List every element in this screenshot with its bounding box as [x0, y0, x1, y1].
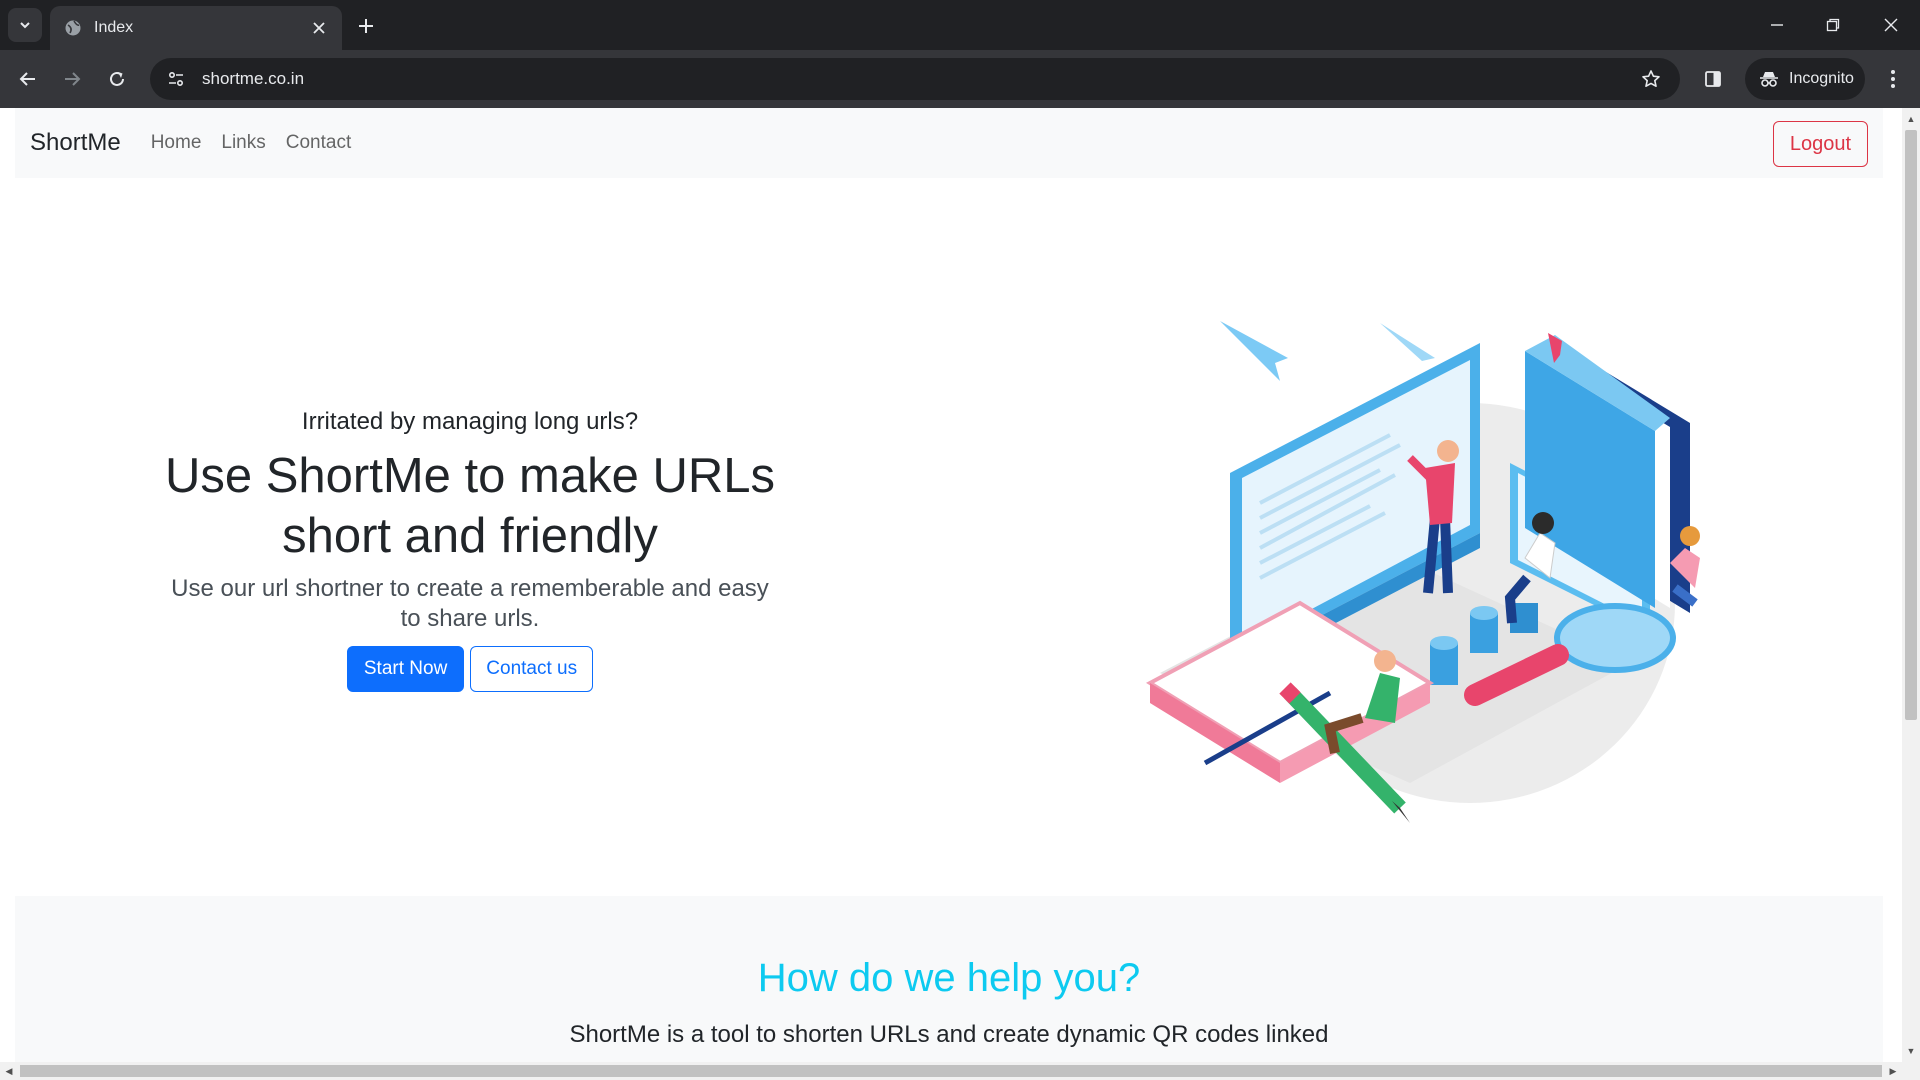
reload-icon [110, 71, 124, 86]
browser-menu-button[interactable] [1877, 63, 1909, 95]
incognito-label: Incognito [1789, 70, 1854, 87]
hero-title: Use ShortMe to make URLs short and frien… [130, 446, 810, 566]
forward-button[interactable] [56, 63, 88, 95]
incognito-icon [1760, 72, 1778, 87]
new-tab-button[interactable] [352, 12, 380, 40]
address-bar[interactable]: shortme.co.in [150, 58, 1680, 100]
back-icon [19, 72, 35, 86]
browser-toolbar: shortme.co.in Incognito [0, 50, 1920, 108]
nav-link-home[interactable]: Home [151, 132, 202, 154]
reload-button[interactable] [101, 63, 133, 95]
globe-icon [65, 20, 81, 36]
browser-tab-bar: Index [0, 0, 1920, 50]
tab-title: Index [94, 19, 134, 36]
hero-section: Irritated by managing long urls? Use Sho… [130, 408, 810, 692]
scroll-up-arrow[interactable]: ▲ [1904, 112, 1918, 126]
hero-subtitle: Use our url shortner to create a remembe… [130, 574, 810, 634]
forward-icon [65, 72, 81, 86]
help-title: How do we help you? [757, 956, 1141, 1000]
start-now-button[interactable]: Start Now [346, 646, 465, 692]
brand-link[interactable]: ShortMe [30, 129, 121, 157]
hero-subtitle-line-1: Use our url shortner to create a remembe… [171, 575, 769, 602]
horizontal-scrollbar[interactable]: ◀ ▶ [0, 1062, 1920, 1080]
tab-search-button[interactable] [8, 8, 42, 42]
hero-illustration [1145, 321, 1700, 823]
close-icon [313, 22, 325, 34]
incognito-indicator[interactable]: Incognito [1745, 58, 1865, 100]
minimize-icon [1771, 24, 1783, 26]
help-text: ShortMe is a tool to shorten URLs and cr… [569, 1021, 1329, 1048]
vertical-scroll-thumb[interactable] [1905, 130, 1917, 720]
hero-title-line-1: Use ShortMe to make URLs [165, 449, 775, 503]
minimize-button[interactable] [1762, 10, 1792, 40]
site-info-icon [168, 71, 184, 87]
hero-buttons: Start Now Contact us [130, 646, 810, 692]
scroll-down-arrow[interactable]: ▼ [1904, 1044, 1918, 1058]
plus-icon [359, 19, 373, 33]
page-viewport: ShortMe Home Links Contact Logout Irrita… [0, 108, 1902, 1062]
bookmark-button[interactable] [1636, 64, 1666, 94]
close-window-button[interactable] [1876, 10, 1906, 40]
menu-icon [1891, 70, 1895, 88]
side-panel-icon [1705, 71, 1721, 87]
browser-tab-active[interactable]: Index [50, 6, 342, 50]
restore-icon [1826, 18, 1840, 32]
hero-kicker: Irritated by managing long urls? [301, 408, 639, 435]
logout-button[interactable]: Logout [1772, 121, 1868, 167]
restore-button[interactable] [1818, 10, 1848, 40]
close-icon [1884, 18, 1898, 32]
star-icon [1642, 70, 1660, 87]
nav-link-links[interactable]: Links [221, 132, 265, 154]
side-panel-button[interactable] [1697, 63, 1729, 95]
contact-us-button[interactable]: Contact us [470, 646, 594, 692]
chevron-down-icon [20, 22, 30, 29]
close-tab-button[interactable] [310, 19, 328, 37]
scroll-left-arrow[interactable]: ◀ [2, 1064, 16, 1078]
back-button[interactable] [12, 63, 44, 95]
scroll-right-arrow[interactable]: ▶ [1886, 1064, 1900, 1078]
vertical-scrollbar[interactable]: ▲ ▼ [1902, 108, 1920, 1062]
url-text[interactable]: shortme.co.in [202, 69, 1636, 89]
hero-subtitle-line-2: to share urls. [400, 605, 540, 632]
hero-title-line-2: short and friendly [282, 509, 658, 563]
nav-link-contact[interactable]: Contact [286, 132, 351, 154]
site-navbar: ShortMe Home Links Contact Logout [15, 108, 1883, 178]
horizontal-scroll-thumb[interactable] [20, 1065, 1882, 1077]
site-info-button[interactable] [162, 65, 190, 93]
help-section: How do we help you? ShortMe is a tool to… [15, 896, 1883, 1062]
